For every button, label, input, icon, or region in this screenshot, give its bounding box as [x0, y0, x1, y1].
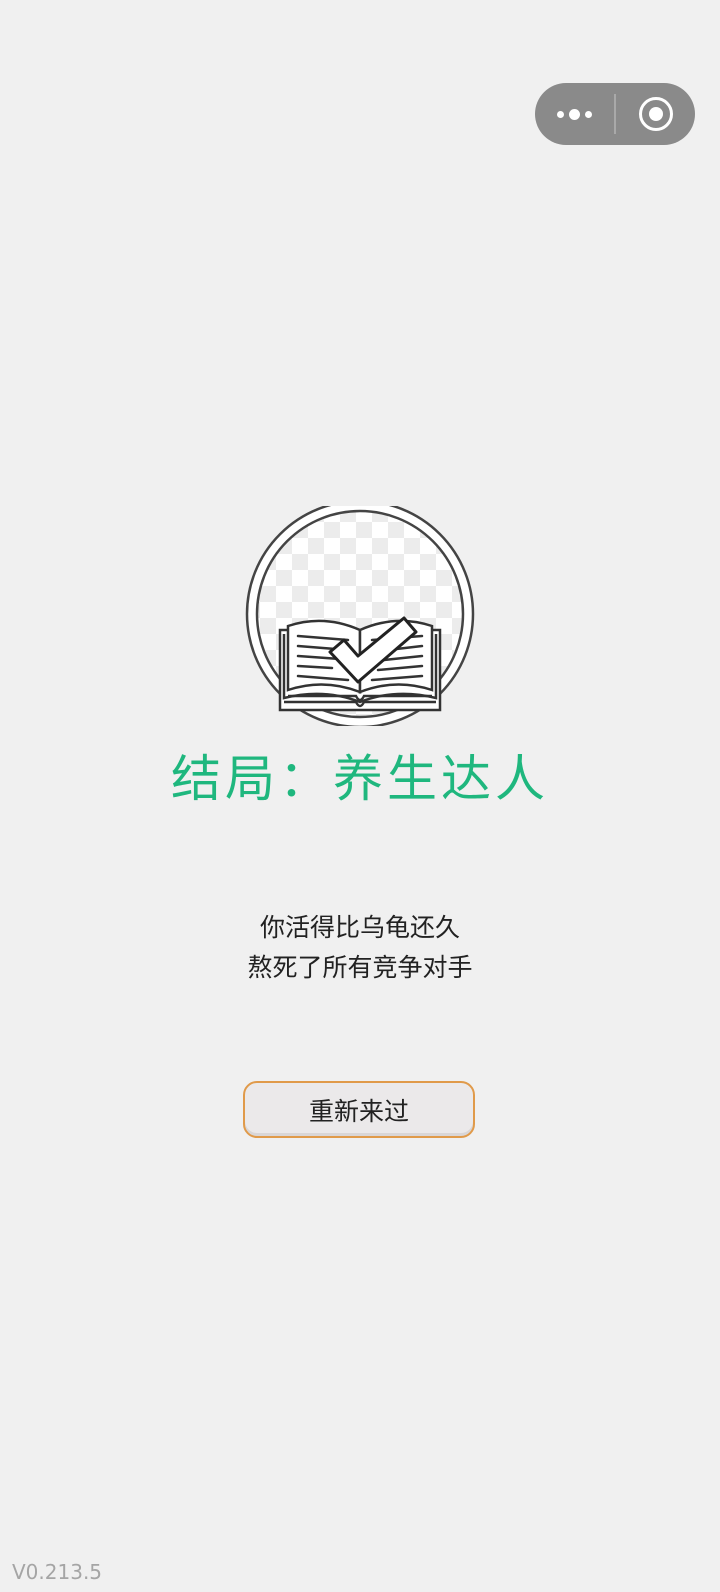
book-check-icon — [244, 499, 476, 729]
description-line: 熬死了所有竞争对手 — [247, 953, 473, 982]
ending-title: 结局：养生达人 — [171, 750, 549, 808]
close-miniprogram-button[interactable] — [616, 83, 695, 145]
description-line: 你活得比乌龟还久 — [259, 913, 460, 942]
ending-description: 你活得比乌龟还久 熬死了所有竞争对手 — [0, 908, 720, 988]
restart-button[interactable]: 重新来过 — [243, 1081, 475, 1138]
miniprogram-capsule — [535, 83, 695, 145]
more-dots-icon — [557, 108, 592, 120]
more-menu-button[interactable] — [535, 83, 614, 145]
version-label: V0.213.5 — [12, 1560, 103, 1584]
target-icon — [638, 97, 673, 131]
